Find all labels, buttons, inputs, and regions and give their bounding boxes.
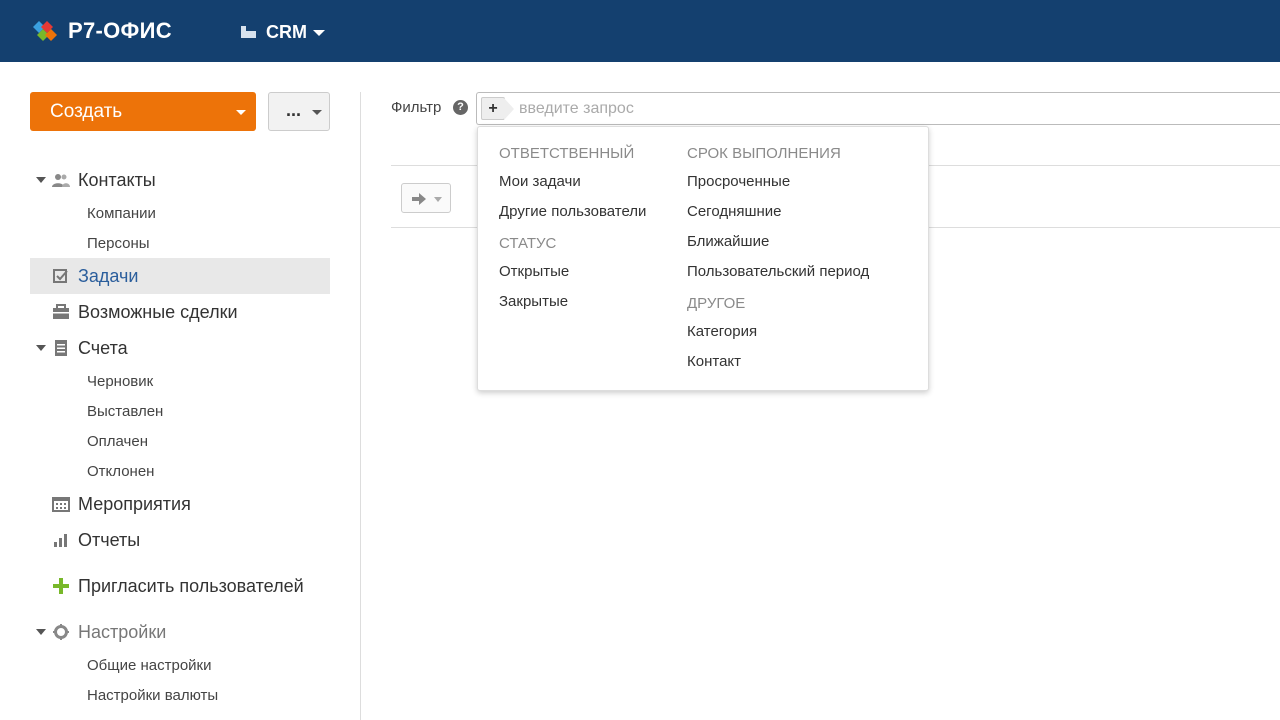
sidebar-item-tasks[interactable]: Задачи — [30, 258, 330, 294]
group-title-responsible: ОТВЕТСТВЕННЫЙ — [499, 145, 635, 162]
module-icon — [241, 26, 256, 38]
top-bar: Р7-ОФИС CRM — [0, 0, 1280, 62]
logo-text: Р7-ОФИС — [68, 18, 172, 43]
sidebar-subitem-general-settings[interactable]: Общие настройки — [30, 650, 330, 680]
checkbox-icon — [53, 269, 68, 283]
arrow-right-icon — [412, 193, 426, 205]
group-title-deadline: СРОК ВЫПОЛНЕНИЯ — [687, 145, 841, 162]
create-button[interactable]: Создать — [30, 92, 256, 131]
users-icon — [52, 174, 70, 187]
sidebar-subitem-draft[interactable]: Черновик — [30, 366, 330, 396]
create-button-label: Создать — [50, 100, 123, 122]
sidebar-item-label: Счета — [78, 337, 128, 358]
group-action-button[interactable] — [401, 183, 451, 213]
briefcase-icon — [53, 304, 69, 319]
plus-icon — [53, 578, 69, 594]
sidebar-subitem-persons[interactable]: Персоны — [30, 228, 330, 258]
sidebar-subitem-paid[interactable]: Оплачен — [30, 426, 330, 456]
filter-option-upcoming[interactable]: Ближайшие — [687, 227, 869, 257]
group-title-status: СТАТУС — [499, 235, 557, 252]
logo[interactable]: Р7-ОФИС — [30, 16, 172, 46]
collapse-toggle-icon[interactable] — [36, 629, 46, 635]
module-label: CRM — [266, 21, 307, 42]
collapse-toggle-icon[interactable] — [36, 177, 46, 183]
sidebar: Создать ... Контакты Компании Персоны За… — [0, 62, 360, 720]
filter-dropdown: ОТВЕТСТВЕННЫЙ Мои задачи Другие пользова… — [477, 126, 929, 391]
sidebar-item-reports[interactable]: Отчеты — [30, 522, 330, 558]
more-actions-button[interactable]: ... — [268, 92, 330, 131]
sidebar-item-invite-users[interactable]: Пригласить пользователей — [30, 568, 330, 604]
sidebar-item-label: Отчеты — [78, 529, 141, 550]
sidebar-item-settings[interactable]: Настройки — [30, 614, 330, 650]
sidebar-subitem-companies[interactable]: Компании — [30, 198, 330, 228]
add-filter-arrow-icon — [504, 98, 514, 120]
filter-option-closed[interactable]: Закрытые — [499, 287, 646, 317]
add-filter-button[interactable]: + — [481, 97, 505, 120]
sidebar-item-label: Контакты — [78, 169, 156, 190]
filter-option-open[interactable]: Открытые — [499, 257, 646, 287]
filter-search-input[interactable] — [519, 97, 1259, 121]
sidebar-subitem-rejected[interactable]: Отклонен — [30, 456, 330, 486]
sidebar-item-deals[interactable]: Возможные сделки — [30, 294, 330, 330]
sidebar-subitem-issued[interactable]: Выставлен — [30, 396, 330, 426]
filter-option-category[interactable]: Категория — [687, 317, 869, 347]
module-switcher[interactable]: CRM — [240, 20, 325, 44]
sidebar-item-invoices[interactable]: Счета — [30, 330, 330, 366]
sidebar-item-label: Настройки — [78, 621, 167, 642]
filter-column-left: ОТВЕТСТВЕННЫЙ Мои задачи Другие пользова… — [499, 141, 646, 317]
sidebar-item-label: Возможные сделки — [78, 301, 238, 322]
filter-column-right: СРОК ВЫПОЛНЕНИЯ Просроченные Сегодняшние… — [687, 141, 869, 377]
sidebar-nav: Контакты Компании Персоны Задачи Возможн… — [30, 162, 330, 710]
chevron-down-icon — [312, 110, 322, 115]
collapse-toggle-icon[interactable] — [36, 345, 46, 351]
calendar-icon — [52, 497, 70, 512]
filter-option-my-tasks[interactable]: Мои задачи — [499, 167, 646, 197]
filter-label: Фильтр — [391, 99, 442, 116]
filter-option-overdue[interactable]: Просроченные — [687, 167, 869, 197]
group-title-other: ДРУГОЕ — [687, 295, 746, 312]
filter-option-contact[interactable]: Контакт — [687, 347, 869, 377]
filter-box: + — [476, 92, 1280, 125]
filter-option-today[interactable]: Сегодняшние — [687, 197, 869, 227]
chevron-down-icon — [434, 197, 442, 202]
chevron-down-icon — [313, 30, 325, 36]
help-icon[interactable]: ? — [453, 100, 468, 115]
sidebar-item-contacts[interactable]: Контакты — [30, 162, 330, 198]
filter-option-custom-period[interactable]: Пользовательский период — [687, 257, 869, 287]
more-label: ... — [286, 100, 302, 120]
sidebar-item-label: Пригласить пользователей — [78, 575, 304, 596]
sidebar-subitem-currency-settings[interactable]: Настройки валюты — [30, 680, 330, 710]
chevron-down-icon — [236, 110, 246, 115]
sidebar-item-events[interactable]: Мероприятия — [30, 486, 330, 522]
gear-icon — [53, 624, 69, 640]
logo-icon — [33, 21, 57, 41]
sidebar-item-label: Задачи — [78, 265, 139, 286]
sidebar-divider — [360, 92, 361, 720]
filter-option-other-users[interactable]: Другие пользователи — [499, 197, 646, 227]
bar-chart-icon — [54, 534, 67, 547]
document-icon — [55, 340, 67, 356]
sidebar-item-label: Мероприятия — [78, 493, 191, 514]
